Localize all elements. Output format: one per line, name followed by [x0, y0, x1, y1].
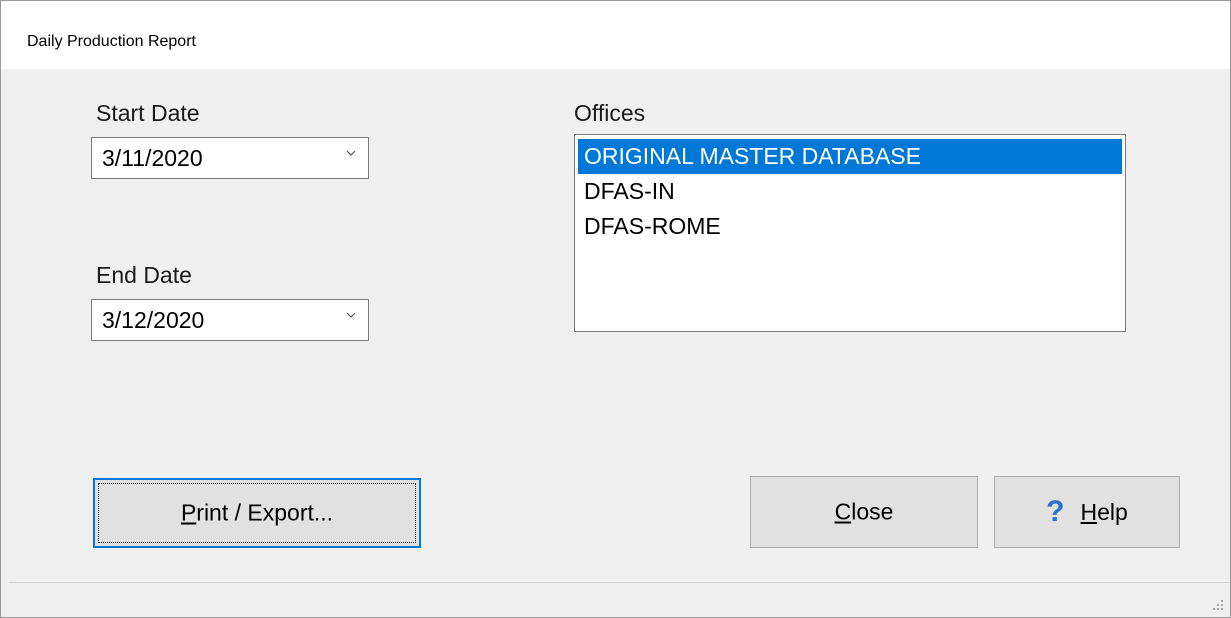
- help-label: Help: [1080, 498, 1128, 525]
- start-date-value: 3/11/2020: [102, 145, 203, 171]
- resize-grip-icon[interactable]: [1210, 597, 1224, 611]
- help-icon: ?: [1046, 495, 1065, 528]
- print-export-button[interactable]: Print / Export...: [93, 478, 421, 548]
- chevron-down-icon[interactable]: [344, 308, 358, 322]
- office-list-item[interactable]: DFAS-ROME: [578, 209, 1122, 244]
- end-date-label: End Date: [96, 262, 192, 288]
- start-date-picker[interactable]: 3/11/2020: [91, 137, 369, 179]
- offices-label: Offices: [574, 100, 646, 126]
- office-list-item[interactable]: ORIGINAL MASTER DATABASE: [578, 139, 1122, 174]
- end-date-picker[interactable]: 3/12/2020: [91, 299, 369, 341]
- close-label: Close: [834, 498, 894, 525]
- start-date-label: Start Date: [96, 100, 200, 126]
- office-list-item[interactable]: DFAS-IN: [578, 174, 1122, 209]
- title-bar: Daily Production Report: [1, 1, 1230, 69]
- close-button[interactable]: Close: [750, 476, 978, 548]
- status-separator: [9, 582, 1230, 583]
- chevron-down-icon[interactable]: [344, 146, 358, 160]
- window-title: Daily Production Report: [27, 33, 196, 50]
- offices-listbox[interactable]: ORIGINAL MASTER DATABASE DFAS-IN DFAS-RO…: [574, 134, 1126, 332]
- end-date-value: 3/12/2020: [102, 307, 205, 333]
- report-dialog: Daily Production Report Start Date 3/11/…: [0, 0, 1231, 618]
- help-button[interactable]: ? Help: [994, 476, 1180, 548]
- print-export-label: Print / Export...: [180, 499, 334, 526]
